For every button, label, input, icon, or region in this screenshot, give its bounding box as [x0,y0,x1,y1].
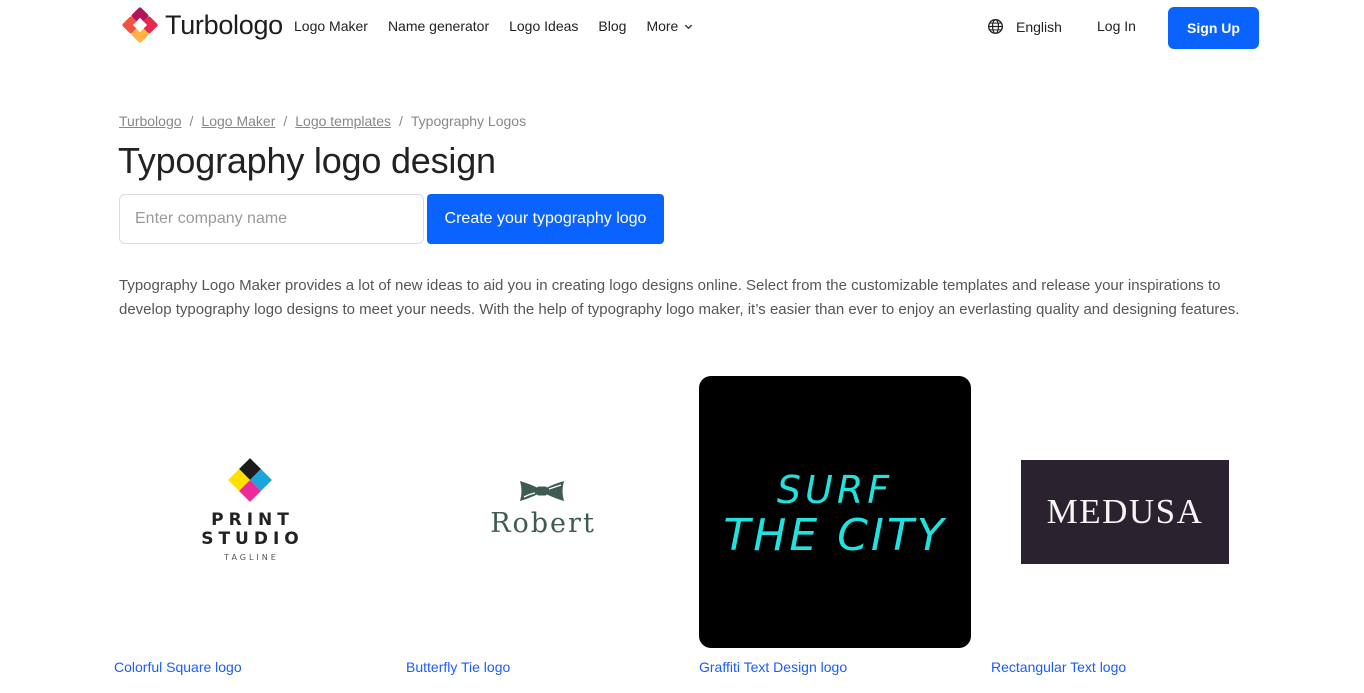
preview-name: MEDUSA [1046,492,1204,531]
brand-logo-link[interactable]: Turbologo [120,5,283,45]
language-label: English [1016,18,1062,35]
nav-name-generator[interactable]: Name generator [388,18,489,34]
nav-more-label: More [646,18,679,34]
company-name-input[interactable] [119,194,424,244]
create-logo-button[interactable]: Create your typography logo [427,194,664,244]
template-link-butterfly-tie[interactable]: Butterfly Tie logo [406,659,510,675]
cmyk-diamond-icon [228,458,272,502]
breadcrumb: Turbologo / Logo Maker / Logo templates … [119,113,526,129]
site-header: Turbologo Logo Maker Name generator Logo… [0,0,1364,56]
preview-line2: THE CITY [723,510,947,561]
breadcrumb-separator: / [189,113,194,129]
signup-button[interactable]: Sign Up [1168,7,1259,49]
nav-logo-maker[interactable]: Logo Maker [294,18,368,34]
preview-line2: STUDIO [201,529,304,549]
page-description: Typography Logo Maker provides a lot of … [119,277,1240,318]
preview-line1: SURF [776,468,894,512]
breadcrumb-logo-templates[interactable]: Logo templates [295,113,391,129]
brand-name: Turbologo [165,9,283,40]
main-nav: Logo Maker Name generator Logo Ideas Blo… [294,18,713,34]
bow-tie-icon [520,481,564,501]
template-card-graffiti-text[interactable]: SURF THE CITY [699,376,971,648]
nav-more-dropdown[interactable]: More [646,18,693,34]
turbologo-logo-icon [122,7,158,43]
template-link-rectangular-text[interactable]: Rectangular Text logo [991,659,1126,675]
breadcrumb-separator: / [398,113,403,129]
breadcrumb-turbologo[interactable]: Turbologo [119,113,182,129]
template-card-butterfly-tie[interactable]: Robert [407,376,679,648]
breadcrumb-separator: / [283,113,288,129]
template-card-colorful-square[interactable]: PRINT STUDIO TAGLINE [114,376,386,648]
template-card-rectangular-text[interactable]: MEDUSA [992,376,1264,648]
page-title: Typography logo design [118,140,496,181]
breadcrumb-logo-maker[interactable]: Logo Maker [201,113,275,129]
preview-rectangle: MEDUSA [1021,460,1229,564]
nav-blog[interactable]: Blog [598,18,626,34]
language-selector[interactable]: English [987,18,1062,35]
template-link-colorful-square[interactable]: Colorful Square logo [114,659,242,675]
template-link-graffiti-text[interactable]: Graffiti Text Design logo [699,659,847,675]
preview-name: Robert [490,508,596,539]
login-link[interactable]: Log In [1097,18,1136,34]
preview-tagline: TAGLINE [224,553,279,562]
breadcrumb-current: Typography Logos [410,113,527,129]
nav-logo-ideas[interactable]: Logo Ideas [509,18,578,34]
globe-icon [988,19,1003,34]
preview-line1: PRINT [211,510,294,530]
chevron-down-icon [685,24,693,29]
